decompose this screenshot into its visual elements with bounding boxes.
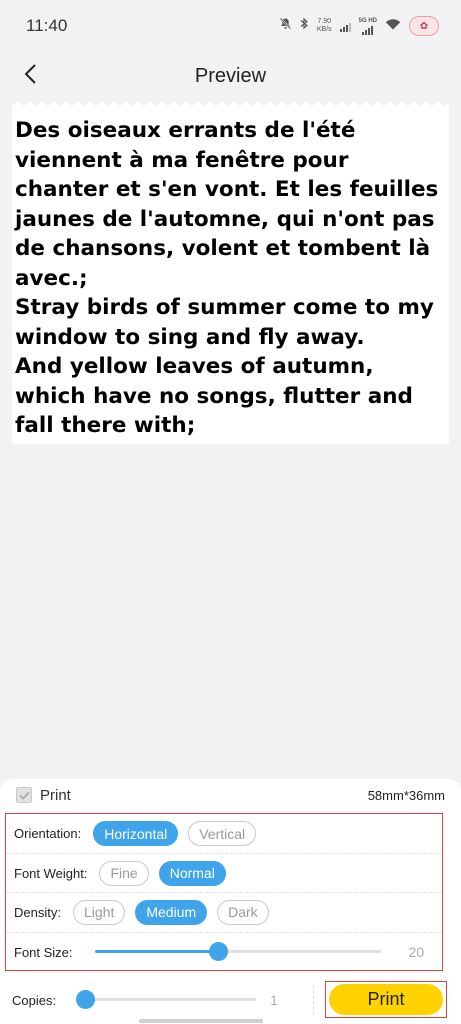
font-size-slider-fill xyxy=(94,950,218,953)
home-indicator xyxy=(139,1019,263,1023)
orientation-row: Orientation: Horizontal Vertical xyxy=(6,814,442,853)
label-preview: Des oiseaux errants de l'été viennent à … xyxy=(12,102,449,444)
label-size: 58mm*36mm xyxy=(367,787,445,803)
copies-label: Copies: xyxy=(12,992,57,1008)
page-title: Preview xyxy=(194,64,267,87)
density-label: Density: xyxy=(14,904,61,920)
back-button[interactable] xyxy=(14,60,46,92)
density-dark-chip[interactable]: Dark xyxy=(217,899,269,925)
print-checkbox-label: Print xyxy=(40,786,71,804)
font-size-label: Font Size: xyxy=(14,944,73,960)
orientation-horizontal-chip[interactable]: Horizontal xyxy=(93,821,179,846)
copies-slider-thumb[interactable] xyxy=(76,990,96,1009)
print-checkbox[interactable] xyxy=(16,787,32,803)
status-time: 11:40 xyxy=(26,16,68,35)
font-weight-row: Font Weight: Fine Normal xyxy=(6,853,442,892)
orientation-label: Orientation: xyxy=(14,826,82,841)
density-row: Density: Light Medium Dark xyxy=(6,892,442,931)
copies-slider-track xyxy=(76,998,257,1001)
avatar-icon: ✿ xyxy=(409,16,439,36)
panel-top-row: Print 58mm*36mm xyxy=(0,779,461,811)
print-button-highlight: Print xyxy=(325,981,447,1018)
density-medium-chip[interactable]: Medium xyxy=(135,899,208,925)
status-icons: 7.90 KB/s 5G HD ✿ xyxy=(279,16,439,36)
label-zigzag-edge xyxy=(12,102,449,108)
font-size-slider-thumb[interactable] xyxy=(208,942,228,961)
mute-bell-icon xyxy=(279,17,292,35)
chevron-left-icon xyxy=(23,63,37,90)
copies-slider[interactable] xyxy=(76,990,257,1010)
print-button[interactable]: Print xyxy=(329,984,443,1015)
copies-value: 1 xyxy=(270,992,278,1008)
wifi-icon xyxy=(385,17,401,35)
signal-icon xyxy=(362,24,374,35)
font-size-value: 20 xyxy=(408,944,425,960)
status-bar: 11:40 7.90 KB/s 5G HD ✿ xyxy=(0,0,461,52)
settings-panel: Print 58mm*36mm Orientation: Horizontal … xyxy=(0,779,461,1024)
signal-icon-1 xyxy=(339,21,351,32)
net-speed: 7.90 KB/s xyxy=(316,18,332,33)
bluetooth-icon xyxy=(300,17,309,35)
orientation-vertical-chip[interactable]: Vertical xyxy=(188,821,257,846)
density-light-chip[interactable]: Light xyxy=(72,899,126,925)
font-size-slider[interactable] xyxy=(94,942,381,962)
header: Preview xyxy=(0,52,461,100)
copies-divider xyxy=(313,986,314,1014)
font-weight-normal-chip[interactable]: Normal xyxy=(158,860,226,886)
preview-text: Des oiseaux errants de l'été viennent à … xyxy=(15,118,439,438)
settings-group: Orientation: Horizontal Vertical Font We… xyxy=(5,813,443,971)
check-icon xyxy=(18,791,30,800)
font-size-row: Font Size: 20 xyxy=(6,932,442,971)
font-weight-label: Font Weight: xyxy=(14,865,88,881)
font-weight-fine-chip[interactable]: Fine xyxy=(99,860,149,886)
